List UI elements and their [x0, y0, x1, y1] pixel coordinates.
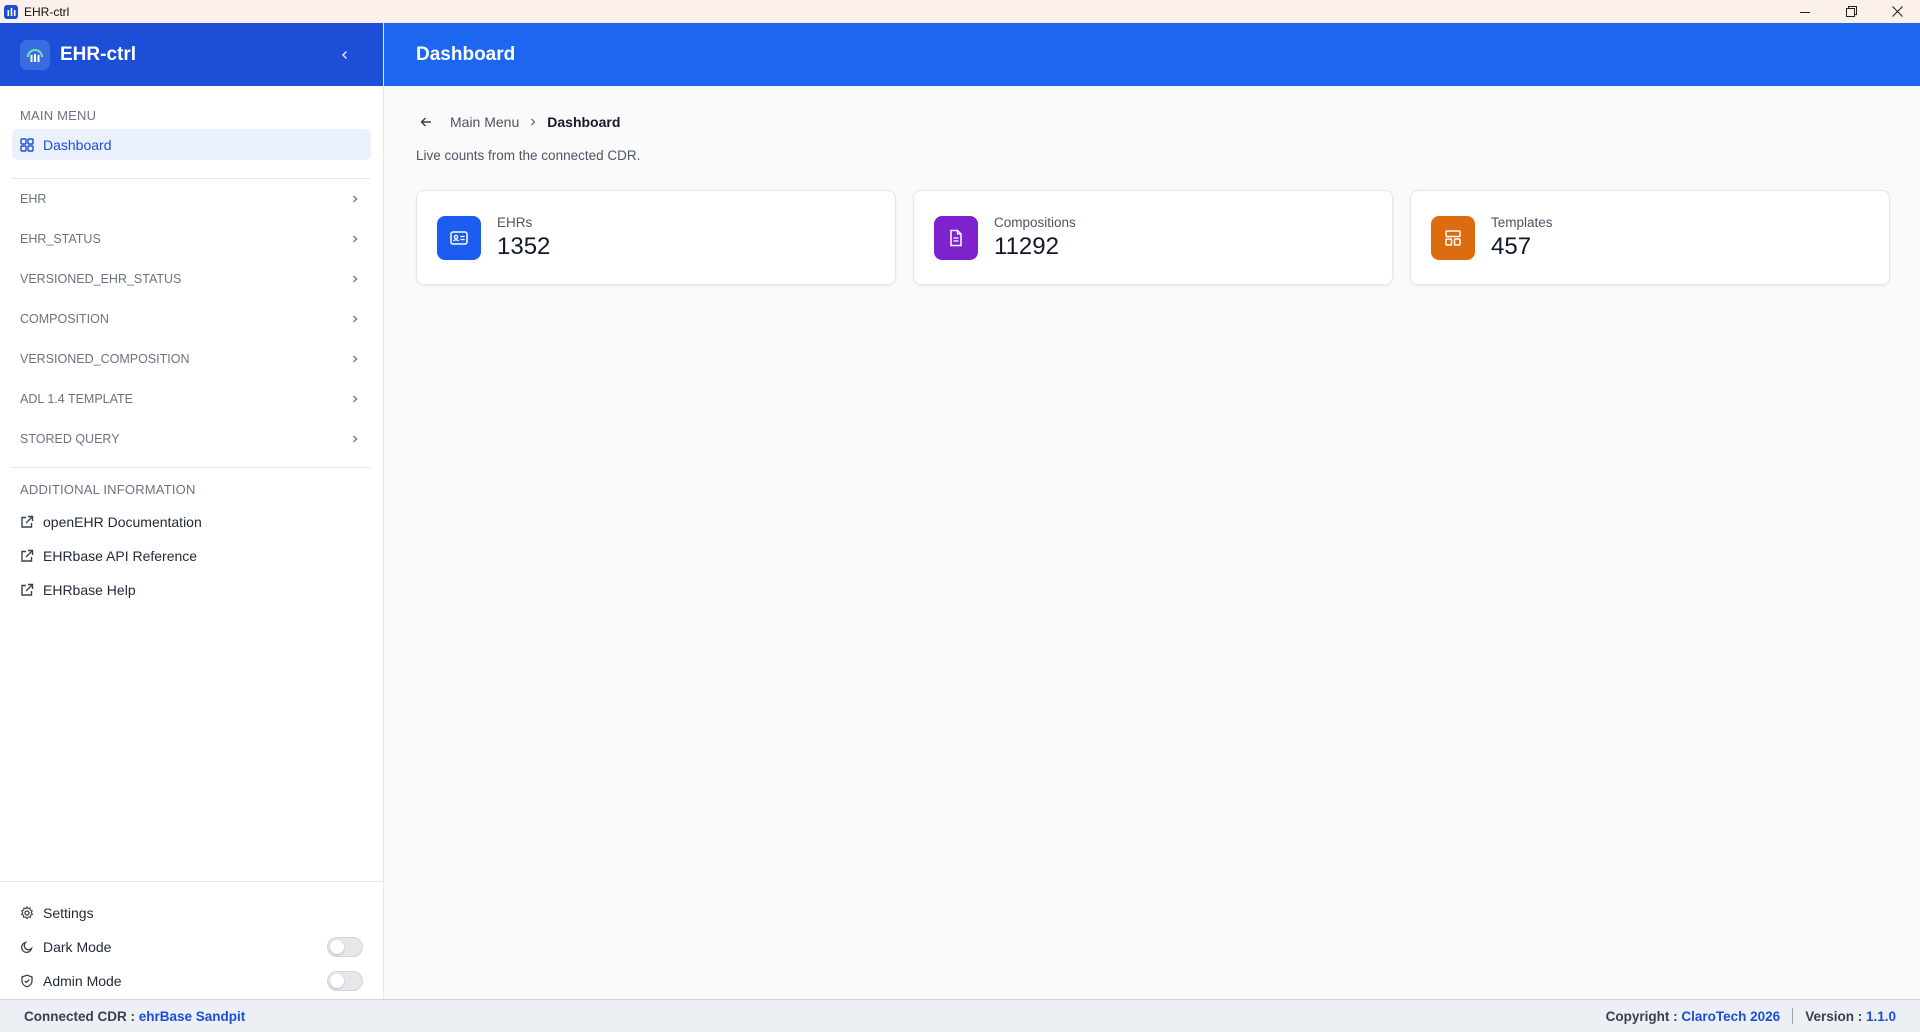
page-title: Dashboard [416, 43, 516, 65]
chevron-right-icon [353, 315, 358, 323]
dashboard-icon [20, 137, 34, 152]
dark-mode-toggle[interactable] [327, 937, 363, 957]
arrow-left-icon [420, 117, 431, 127]
sidebar-group-composition[interactable]: COMPOSITION [0, 299, 383, 339]
sidebar-item-dashboard[interactable]: Dashboard [12, 129, 371, 160]
breadcrumb-main-menu[interactable]: Main Menu [450, 114, 519, 130]
main-content: Main Menu Dashboard Live counts from the… [384, 86, 1920, 999]
stat-value: 1352 [497, 232, 551, 260]
app-icon [4, 4, 18, 19]
sidebar-group-ehr-status[interactable]: EHR_STATUS [0, 219, 383, 259]
gear-icon [20, 906, 34, 920]
stat-card-templates[interactable]: Templates 457 [1410, 190, 1890, 285]
main-menu-label: MAIN MENU [20, 108, 97, 123]
sidebar-item-label: Dashboard [43, 136, 112, 153]
close-icon[interactable] [1874, 0, 1920, 23]
sidebar-group-ehr[interactable]: EHR [0, 179, 383, 219]
chevron-left-icon [341, 50, 348, 60]
link-openehr-documentation[interactable]: openEHR Documentation [0, 505, 383, 539]
collapse-sidebar-button[interactable] [335, 45, 355, 65]
status-separator [1792, 1008, 1794, 1024]
ehr-card-icon [437, 215, 481, 260]
back-button[interactable] [416, 112, 436, 132]
chevron-right-icon [353, 355, 358, 363]
stat-label: Templates [1491, 214, 1553, 230]
settings-button[interactable]: Settings [0, 896, 383, 930]
sidebar: EHR-ctrl MAIN MENU Dashboard EHR EHR_STA… [0, 23, 384, 999]
stat-value: 457 [1491, 232, 1532, 260]
stat-label: EHRs [497, 214, 533, 230]
version: Version : 1.1.0 [1805, 1008, 1896, 1024]
chevron-right-icon [353, 395, 358, 403]
page-subtitle: Live counts from the connected CDR. [416, 148, 641, 163]
status-bar: Connected CDR : ehrBase Sandpit Copyrigh… [0, 999, 1920, 1032]
external-link-icon [21, 583, 34, 596]
window-titlebar: EHR-ctrl [0, 0, 1920, 23]
sidebar-brand: EHR-ctrl [0, 23, 383, 86]
app-logo-icon [20, 39, 50, 70]
connected-cdr-value: ehrBase Sandpit [138, 1008, 246, 1024]
chevron-right-icon [353, 275, 358, 283]
breadcrumb-current: Dashboard [547, 114, 621, 130]
template-icon [1431, 215, 1475, 260]
copyright: Copyright : ClaroTech 2026 [1605, 1008, 1781, 1024]
breadcrumb: Main Menu Dashboard [416, 112, 620, 132]
moon-icon [20, 941, 33, 954]
sidebar-group-versioned-composition[interactable]: VERSIONED_COMPOSITION [0, 339, 383, 379]
document-icon [934, 215, 978, 260]
stat-card-ehrs[interactable]: EHRs 1352 [416, 190, 896, 285]
link-ehrbase-api-reference[interactable]: EHRbase API Reference [0, 539, 383, 573]
external-link-icon [21, 549, 34, 562]
sidebar-bottom: Settings Dark Mode Admin Mode [0, 881, 383, 998]
sidebar-group-versioned-ehr-status[interactable]: VERSIONED_EHR_STATUS [0, 259, 383, 299]
chevron-right-icon [353, 235, 358, 243]
dark-mode-row: Dark Mode [0, 930, 383, 964]
connected-cdr: Connected CDR : ehrBase Sandpit [24, 1008, 246, 1024]
admin-mode-row: Admin Mode [0, 964, 383, 998]
external-link-icon [21, 515, 34, 528]
window-title: EHR-ctrl [24, 4, 70, 19]
link-ehrbase-help[interactable]: EHRbase Help [0, 573, 383, 607]
chevron-right-icon [353, 195, 358, 203]
stat-card-compositions[interactable]: Compositions 11292 [913, 190, 1393, 285]
minimize-icon[interactable] [1782, 0, 1828, 23]
chevron-right-icon [353, 435, 358, 443]
main-header: Dashboard [384, 23, 1920, 86]
chevron-right-icon [529, 117, 537, 127]
sidebar-group-stored-query[interactable]: STORED QUERY [0, 419, 383, 459]
stat-value: 11292 [994, 232, 1059, 260]
brand-name: EHR-ctrl [60, 43, 137, 65]
shield-check-icon [21, 974, 33, 988]
admin-mode-toggle[interactable] [327, 971, 363, 991]
restore-icon[interactable] [1828, 0, 1874, 23]
stat-cards: EHRs 1352 Compositions 11292 Templates 4… [416, 190, 1890, 285]
stat-label: Compositions [994, 214, 1076, 230]
window-controls [1782, 0, 1920, 23]
additional-info-label: ADDITIONAL INFORMATION [20, 482, 196, 497]
sidebar-group-adl-template[interactable]: ADL 1.4 TEMPLATE [0, 379, 383, 419]
